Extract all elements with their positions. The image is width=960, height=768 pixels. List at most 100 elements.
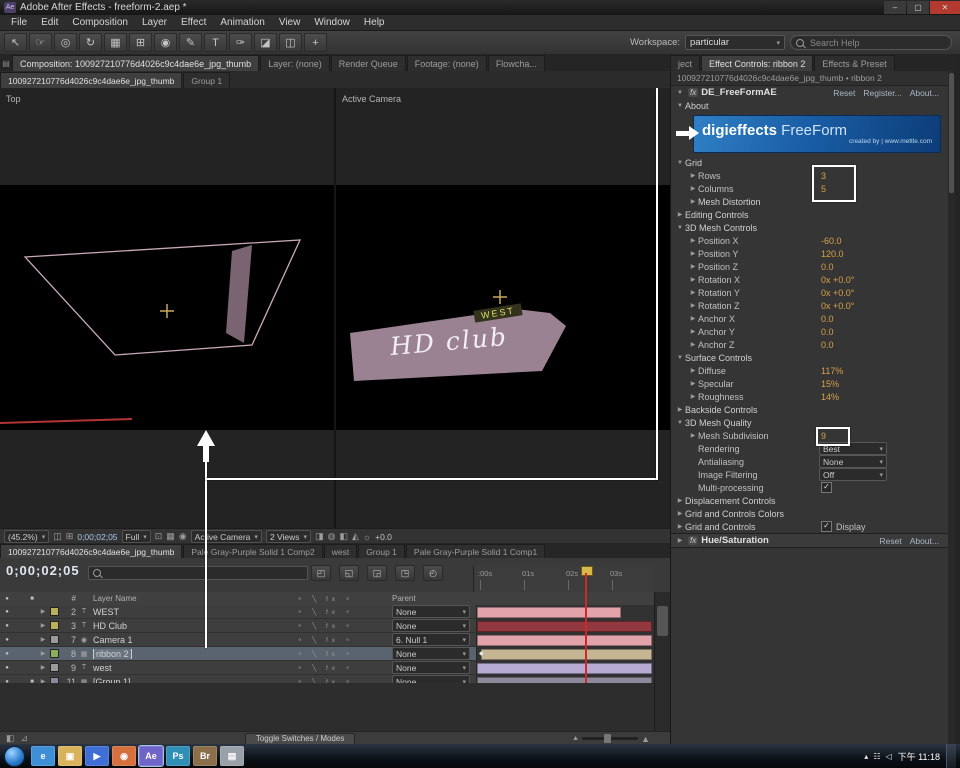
panel-tab-left-3[interactable]: Footage: (none) xyxy=(407,55,487,71)
close-button[interactable]: ✕ xyxy=(930,1,960,14)
effect-row-roughness[interactable]: ▶Roughness14% xyxy=(671,390,949,403)
visibility-toggle[interactable]: ● xyxy=(0,651,14,657)
layer-duration-bar[interactable] xyxy=(477,621,652,632)
panel-tab-right-0[interactable]: ject xyxy=(670,55,700,71)
panel-menu-icon[interactable]: ▤ xyxy=(0,56,12,71)
register-link[interactable]: Register... xyxy=(863,88,901,98)
effect-panel-scrollbar[interactable] xyxy=(948,71,955,744)
menu-layer[interactable]: Layer xyxy=(135,17,174,28)
effect-row-position-x[interactable]: ▶Position X-60.0 xyxy=(671,234,949,247)
effect-row-image-filtering[interactable]: Image FilteringOff▾ xyxy=(671,468,949,481)
effect-row-mesh-distortion[interactable]: ▶Mesh Distortion xyxy=(671,195,949,208)
timeline-zoom-slider[interactable]: ▲ ▲ xyxy=(572,734,670,744)
timeline-tab-1[interactable]: Pale Gray-Purple Solid 1 Comp2 xyxy=(183,544,322,558)
menu-animation[interactable]: Animation xyxy=(213,17,271,28)
effect-huesaturation-header[interactable]: ▶ fx Hue/Saturation Reset About... xyxy=(671,533,949,548)
pen-tool[interactable]: ✎ xyxy=(179,33,202,52)
panel-tab-right-1[interactable]: Effect Controls: ribbon 2 xyxy=(701,55,813,71)
viewport-active-camera[interactable]: Active Camera HD club WEST xyxy=(336,88,670,528)
effect-param-value[interactable]: 0.0 xyxy=(821,327,834,337)
network-icon[interactable]: ☷ xyxy=(873,752,880,761)
panel-tab-left-0[interactable]: Composition: 100927210776d4026c9c4dae6e_… xyxy=(12,55,259,71)
fx-badge-icon[interactable]: fx xyxy=(688,88,698,97)
effect-row-surface-controls[interactable]: ▼Surface Controls xyxy=(671,351,949,364)
reset-link[interactable]: Reset xyxy=(879,536,901,546)
viewport-top[interactable]: Top xyxy=(0,88,336,528)
twirl-icon[interactable]: ▶ xyxy=(38,650,48,657)
effect-param-value[interactable]: 120.0 xyxy=(821,249,844,259)
menu-edit[interactable]: Edit xyxy=(34,17,65,28)
menu-window[interactable]: Window xyxy=(307,17,357,28)
effect-param-value[interactable]: 14% xyxy=(821,392,839,402)
twirl-icon[interactable]: ▼ xyxy=(675,160,685,166)
effect-param-value[interactable]: 3 xyxy=(821,171,826,181)
twirl-icon[interactable]: ▶ xyxy=(688,198,698,205)
effect-param-value[interactable]: 0x +0.0° xyxy=(821,288,854,298)
zoom-out-icon[interactable]: ▲ xyxy=(572,735,579,742)
parent-column-header[interactable]: Parent xyxy=(392,594,476,603)
effect-param-value[interactable]: 0.0 xyxy=(821,340,834,350)
taskbar-windows-explorer[interactable]: ▣ xyxy=(58,746,82,766)
taskbar-after-effects[interactable]: Ae xyxy=(139,746,163,766)
layer-switch-icons[interactable]: ⚬ ╲ fx ⚬ xyxy=(293,636,392,644)
visibility-toggle[interactable]: ● xyxy=(0,609,14,615)
layer-color-chip[interactable] xyxy=(48,663,60,672)
menu-view[interactable]: View xyxy=(272,17,308,28)
about-link[interactable]: About... xyxy=(910,536,939,546)
twirl-icon[interactable]: ▼ xyxy=(675,90,685,96)
clock[interactable]: 下午 11:18 xyxy=(898,750,940,763)
hand-tool[interactable]: ☞ xyxy=(29,33,52,52)
draft-3d-icon[interactable]: ◱ xyxy=(339,565,359,581)
menu-composition[interactable]: Composition xyxy=(65,17,135,28)
exposure-icon[interactable]: ☼ xyxy=(363,532,371,542)
current-timecode[interactable]: 0;00;02;05 xyxy=(6,563,80,578)
brush-tool[interactable]: ✑ xyxy=(229,33,252,52)
show-channel-icon[interactable]: ◍ xyxy=(328,531,336,542)
twirl-icon[interactable]: ▶ xyxy=(675,523,685,530)
effect-row-editing-controls[interactable]: ▶Editing Controls xyxy=(671,208,949,221)
time-ruler[interactable]: :00s01s02s03s xyxy=(473,566,655,593)
volume-icon[interactable]: ◁ xyxy=(885,752,891,761)
clone-stamp-tool[interactable]: ◪ xyxy=(254,33,277,52)
twirl-icon[interactable]: ▶ xyxy=(688,289,698,296)
effect-row-3d-mesh-quality[interactable]: ▼3D Mesh Quality xyxy=(671,416,949,429)
help-search[interactable] xyxy=(790,35,952,50)
timeline-tab-2[interactable]: west xyxy=(324,544,357,558)
effect-row-position-y[interactable]: ▶Position Y120.0 xyxy=(671,247,949,260)
effect-freeform-header[interactable]: ▼ fx DE_FreeFormAE Reset Register... Abo… xyxy=(671,86,949,99)
taskbar-media-player[interactable]: ▶ xyxy=(85,746,109,766)
layer-track[interactable] xyxy=(476,661,654,674)
timeline-tab-4[interactable]: Pale Gray-Purple Solid 1 Comp1 xyxy=(406,544,545,558)
twirl-icon[interactable]: ▶ xyxy=(688,172,698,179)
effect-row-rotation-y[interactable]: ▶Rotation Y0x +0.0° xyxy=(671,286,949,299)
taskbar-internet-explorer[interactable]: e xyxy=(31,746,55,766)
layer-duration-bar[interactable] xyxy=(477,663,652,674)
effect-row-grid-and-controls-colors[interactable]: ▶Grid and Controls Colors xyxy=(671,507,949,520)
twirl-icon[interactable]: ▶ xyxy=(688,263,698,270)
mask-shape-tool[interactable]: ◉ xyxy=(154,33,177,52)
twirl-icon[interactable]: ▶ xyxy=(688,328,698,335)
parent-dropdown[interactable]: None▾ xyxy=(392,605,476,618)
maximize-button[interactable]: ▢ xyxy=(907,1,929,14)
layer-name[interactable]: HD Club xyxy=(90,621,293,631)
visibility-toggle[interactable]: ● xyxy=(0,665,14,671)
twirl-icon[interactable]: ▶ xyxy=(38,622,48,629)
effect-row-rotation-x[interactable]: ▶Rotation X0x +0.0° xyxy=(671,273,949,286)
twirl-icon[interactable]: ▶ xyxy=(688,315,698,322)
layer-name[interactable]: ribbon 2 xyxy=(90,649,293,659)
help-search-input[interactable] xyxy=(808,37,946,49)
always-preview-icon[interactable]: ◫ xyxy=(53,531,62,542)
camera-tool[interactable]: ▦ xyxy=(104,33,127,52)
layer-name[interactable]: WEST xyxy=(90,607,293,617)
twirl-icon[interactable]: ▼ xyxy=(675,103,685,109)
layer-color-chip[interactable] xyxy=(48,635,60,644)
taskbar-notepad[interactable]: ▤ xyxy=(220,746,244,766)
panel-tab-left-1[interactable]: Layer: (none) xyxy=(260,55,330,71)
about-link[interactable]: About... xyxy=(910,88,939,98)
magnification-dropdown[interactable]: (45.2%) ▾ xyxy=(4,530,49,543)
grid-guides-icon[interactable]: ⊞ xyxy=(66,531,74,542)
twirl-icon[interactable]: ▶ xyxy=(688,393,698,400)
twirl-icon[interactable]: ▶ xyxy=(688,341,698,348)
effect-row-anchor-x[interactable]: ▶Anchor X0.0 xyxy=(671,312,949,325)
layer-row-7[interactable]: ●▶7◉Camera 1⚬ ╲ fx ⚬6. Null 1▾ xyxy=(0,633,654,647)
